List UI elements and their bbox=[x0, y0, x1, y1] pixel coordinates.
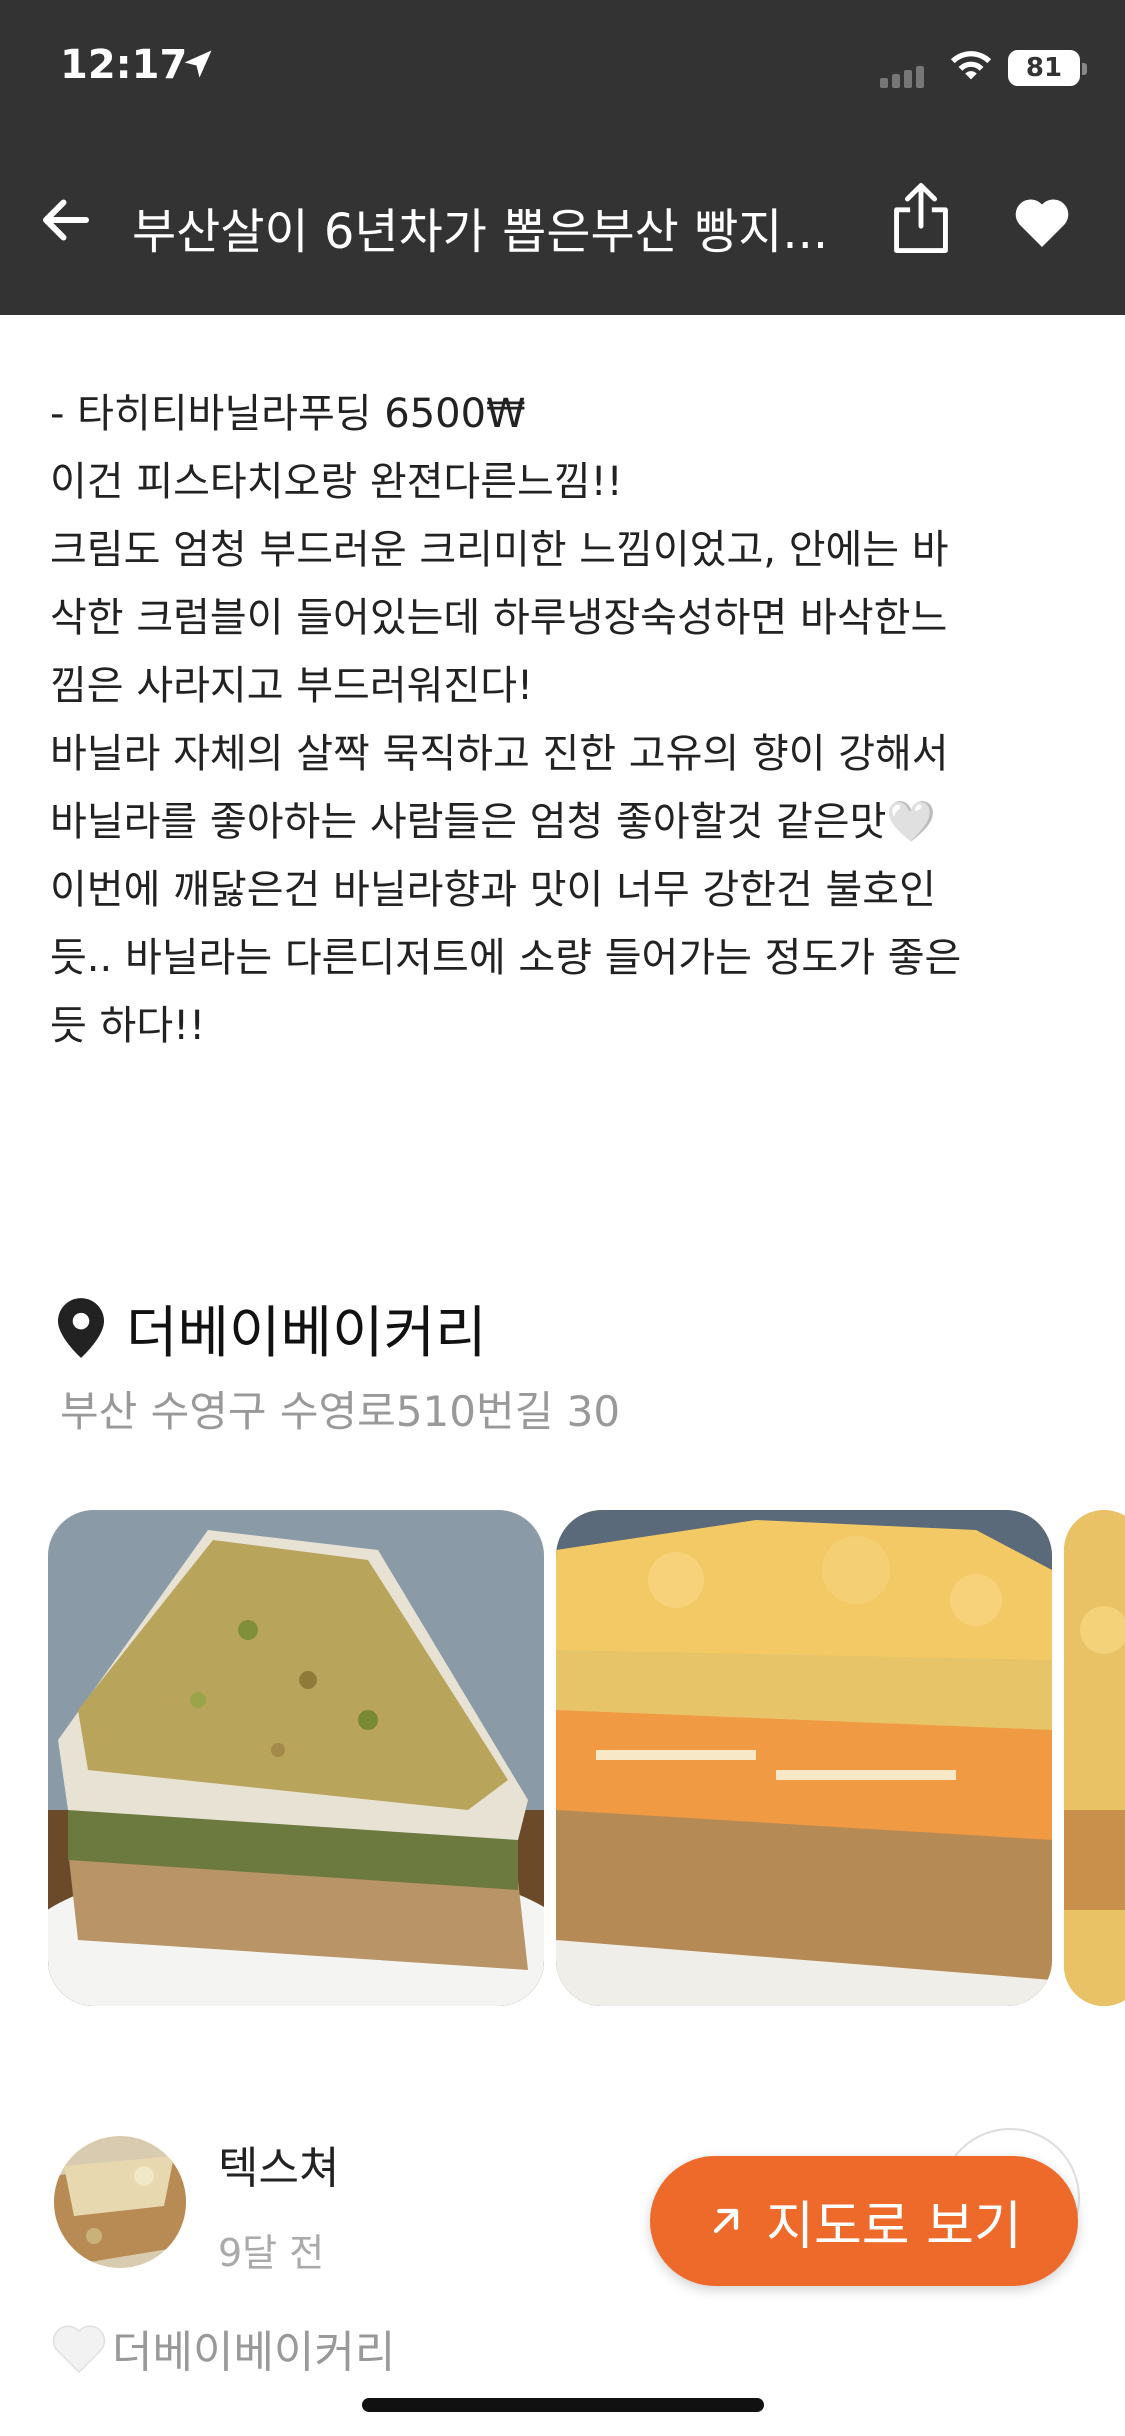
post-line: 삭한 크럼블이 들어있는데 하루냉장숙성하면 바삭한느 bbox=[50, 595, 948, 641]
heart-icon[interactable] bbox=[1012, 194, 1072, 250]
bakery-photo[interactable] bbox=[556, 1510, 1052, 2006]
place-address: 부산 수영구 수영로510번길 30 bbox=[60, 1387, 621, 1436]
page-title: 부산살이 6년차가 뽑은부산 빵지... bbox=[132, 204, 829, 260]
wifi-icon bbox=[950, 51, 992, 80]
back-arrow-icon[interactable] bbox=[36, 190, 96, 250]
avatar[interactable] bbox=[54, 2136, 186, 2268]
post-line: 크림도 엄청 부드러운 크리미한 느낌이었고, 안에는 바 bbox=[50, 527, 949, 573]
status-time: 12:17 bbox=[60, 42, 188, 88]
share-icon[interactable] bbox=[888, 180, 954, 256]
place-tag-label: 더베이베이커리 bbox=[112, 2327, 396, 2378]
bakery-photo[interactable] bbox=[48, 1510, 544, 2006]
nav-bar: 부산살이 6년차가 뽑은부산 빵지... bbox=[0, 140, 1125, 315]
view-map-label: 지도로 보기 bbox=[766, 2196, 1022, 2257]
cellular-signal-icon bbox=[880, 66, 928, 88]
home-indicator bbox=[362, 2398, 764, 2412]
bakery-photo[interactable] bbox=[1064, 1510, 1125, 2006]
post-line: 듯.. 바닐라는 다른디저트에 소량 들어가는 정도가 좋은 bbox=[50, 935, 962, 981]
map-pin-icon bbox=[58, 1298, 104, 1358]
white-heart-icon bbox=[52, 2325, 106, 2374]
location-arrow-icon bbox=[184, 50, 212, 78]
view-map-button[interactable]: 지도로 보기 bbox=[650, 2156, 1078, 2286]
post-line: 바닐라 자체의 살짝 묵직하고 진한 고유의 향이 강해서 bbox=[50, 731, 949, 777]
place-tag[interactable]: 더베이베이커리 bbox=[50, 2316, 395, 2380]
post-body: - 타히티바닐라푸딩 6500₩ 이건 피스타치오랑 완젼다른느낌!! 크림도 … bbox=[50, 380, 1080, 1060]
post-line: 이번에 깨닳은건 바닐라향과 맛이 너무 강한건 불호인 bbox=[50, 867, 936, 913]
post-line: 낌은 사라지고 부드러워진다! bbox=[50, 663, 534, 709]
battery-indicator: 81 bbox=[1008, 50, 1087, 86]
comment-timestamp: 9달 전 bbox=[218, 2231, 325, 2275]
arrow-up-right-icon bbox=[713, 2208, 739, 2234]
status-bar: 12:17 81 bbox=[0, 0, 1125, 140]
post-line: 바닐라를 좋아하는 사람들은 엄청 좋아할것 같은맛🤍 bbox=[50, 799, 937, 845]
post-line: 듯 하다!! bbox=[50, 1003, 206, 1049]
comment-author[interactable]: 텍스쳐 bbox=[218, 2132, 339, 2196]
place-name[interactable]: 더베이베이커리 bbox=[126, 1288, 487, 1369]
post-line: 이건 피스타치오랑 완젼다른느낌!! bbox=[50, 459, 623, 505]
post-line: - 타히티바닐라푸딩 6500₩ bbox=[50, 391, 526, 437]
